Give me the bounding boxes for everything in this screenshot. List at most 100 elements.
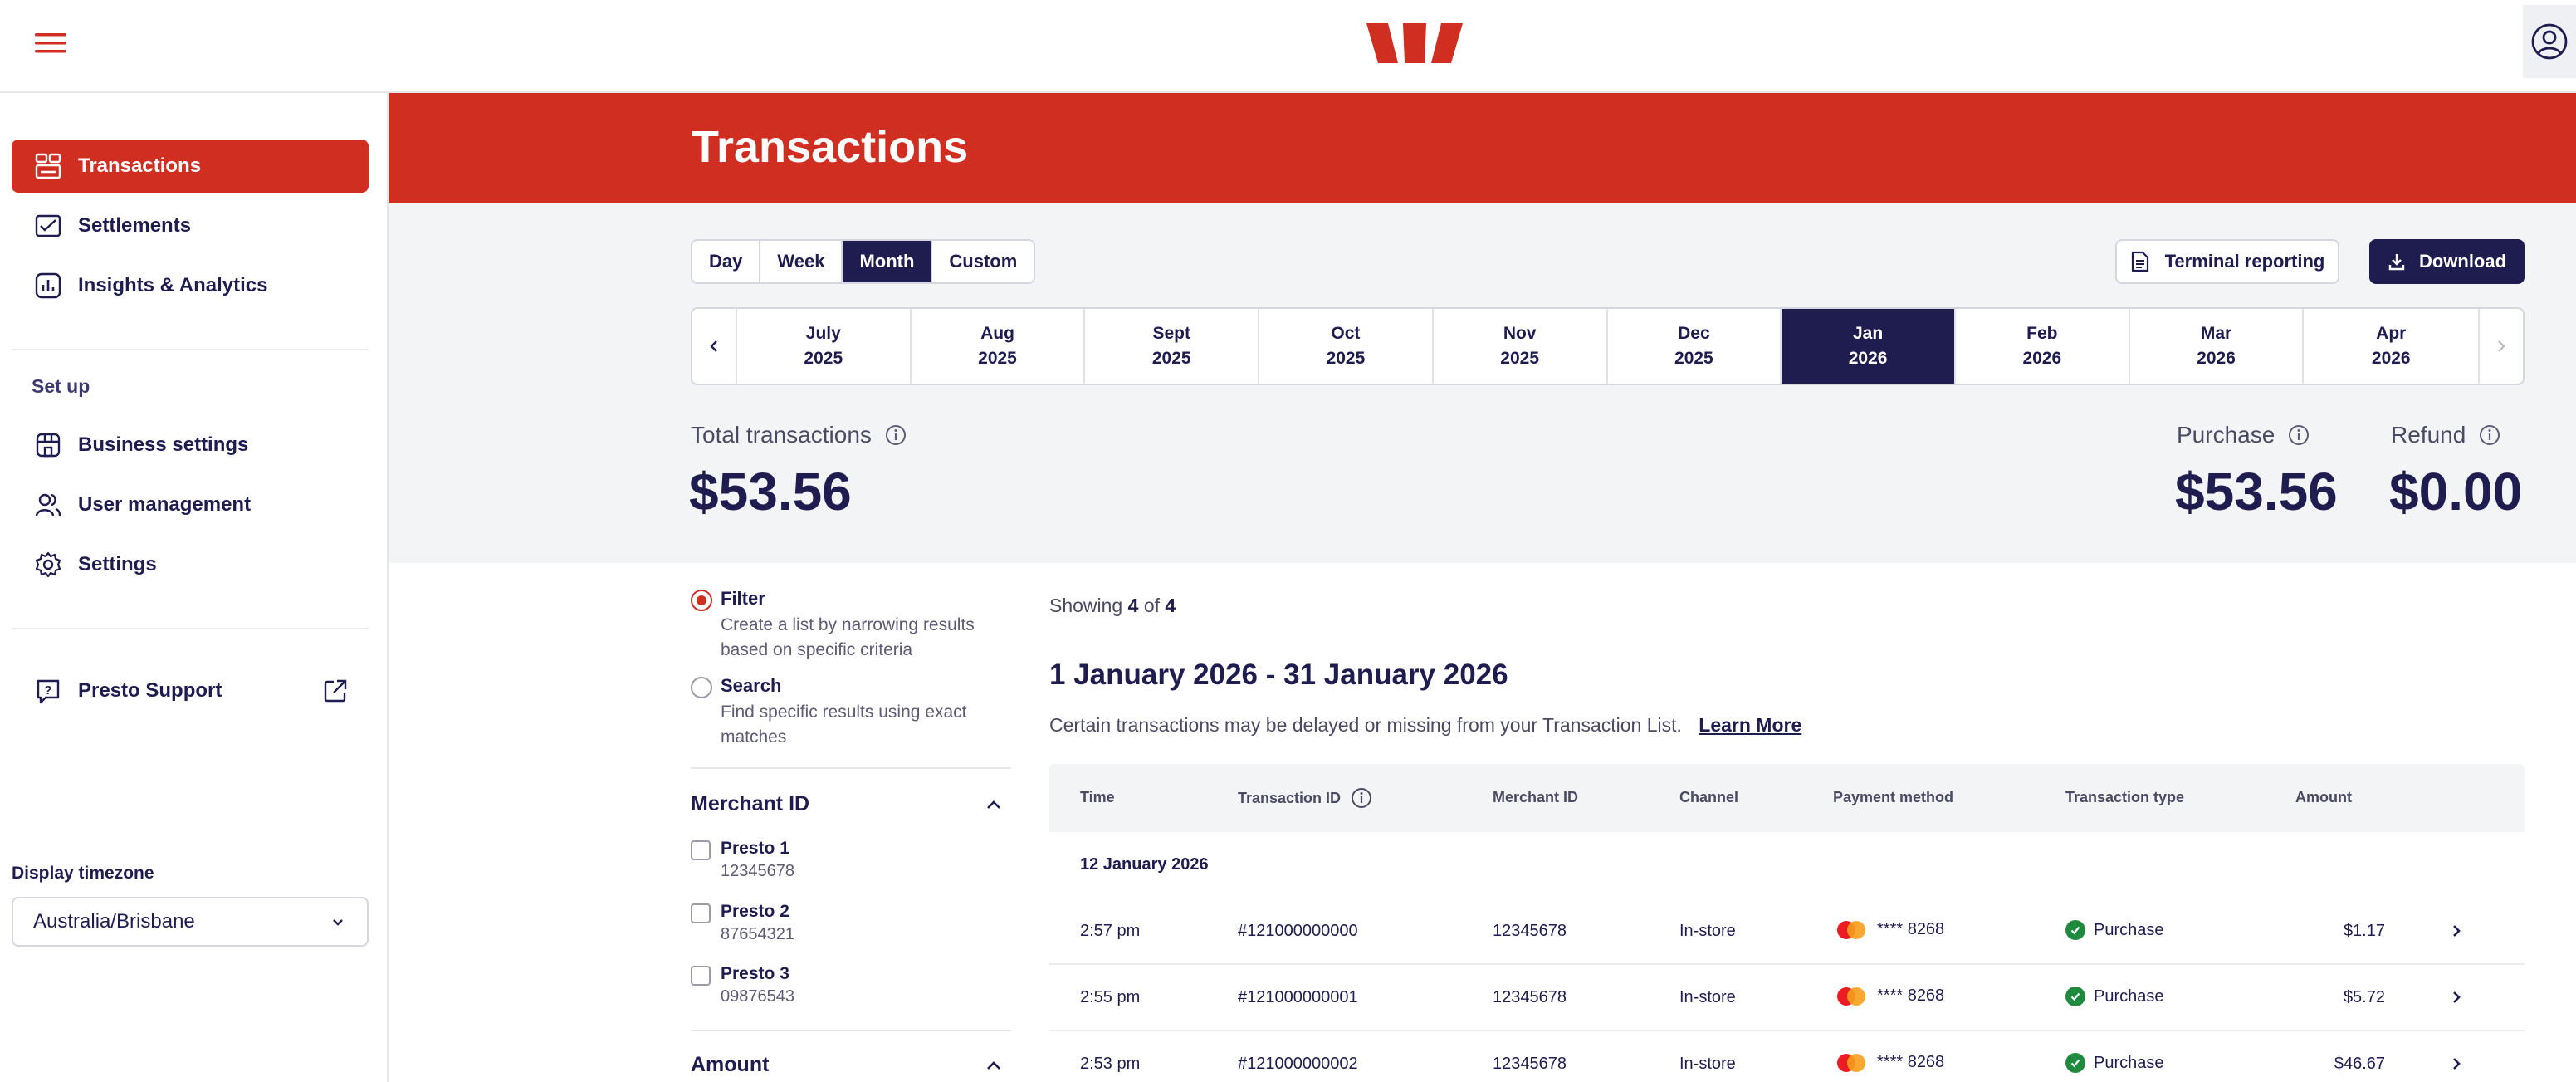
chevron-right-icon[interactable] xyxy=(2449,988,2464,1006)
type-label: Purchase xyxy=(2094,920,2164,939)
chevron-up-icon[interactable] xyxy=(983,796,1004,814)
period-day-button[interactable]: Day xyxy=(692,241,761,282)
month-july-2025[interactable]: July 2025 xyxy=(737,309,912,384)
refund-label: Refund xyxy=(2391,422,2500,448)
period-month-button[interactable]: Month xyxy=(843,241,933,282)
info-icon[interactable] xyxy=(2288,424,2310,446)
users-icon xyxy=(33,490,63,520)
sidebar-item-label: Insights & Analytics xyxy=(78,274,268,296)
merchant-name: Presto 2 xyxy=(721,902,789,921)
row-payment-method: **** 8268 xyxy=(1837,1053,1944,1072)
amount-heading[interactable]: Amount xyxy=(691,1053,769,1077)
month-name: Feb xyxy=(2026,324,2058,343)
month-year: 2025 xyxy=(804,349,843,368)
column-transaction-id[interactable]: Transaction ID xyxy=(1238,787,1372,809)
filter-mode-option[interactable]: Filter Create a list by narrowing result… xyxy=(691,588,995,663)
column-amount[interactable]: Amount xyxy=(2295,789,2352,806)
month-mar-2026[interactable]: Mar 2026 xyxy=(2130,309,2305,384)
merchant-name: Presto 3 xyxy=(721,964,789,983)
month-year: 2026 xyxy=(2371,349,2411,368)
merchant-option-presto-2[interactable]: Presto 2 87654321 xyxy=(691,902,794,944)
chevron-right-icon[interactable] xyxy=(2449,922,2464,940)
month-year: 2025 xyxy=(1500,349,1540,368)
row-transaction-type: Purchase xyxy=(2065,1053,2164,1073)
sidebar-item-settings[interactable]: Settings xyxy=(12,538,369,591)
search-radio[interactable] xyxy=(691,677,712,698)
profile-button[interactable] xyxy=(2523,5,2576,78)
delay-notice: Certain transactions may be delayed or m… xyxy=(1049,714,1801,737)
merchant-checkbox[interactable] xyxy=(691,840,711,860)
merchant-option-presto-1[interactable]: Presto 1 12345678 xyxy=(691,839,794,881)
merchant-option-presto-3[interactable]: Presto 3 09876543 xyxy=(691,964,794,1006)
sidebar-divider xyxy=(12,628,369,629)
gear-icon xyxy=(33,550,63,580)
timezone-select[interactable]: Australia/Brisbane xyxy=(12,897,369,947)
sidebar-item-settlements[interactable]: Settlements xyxy=(12,199,369,252)
check-circle-icon xyxy=(2065,920,2085,940)
download-button[interactable]: Download xyxy=(2369,239,2525,284)
month-sept-2025[interactable]: Sept 2025 xyxy=(1085,309,1260,384)
month-aug-2025[interactable]: Aug 2025 xyxy=(912,309,1086,384)
month-year: 2025 xyxy=(1674,349,1713,368)
month-year: 2025 xyxy=(1151,349,1191,368)
sidebar-item-label: Settlements xyxy=(78,214,192,237)
merchant-id: 09876543 xyxy=(721,987,794,1006)
month-year: 2025 xyxy=(1326,349,1366,368)
showing-total: 4 xyxy=(1165,595,1176,616)
hamburger-menu-icon[interactable] xyxy=(33,28,70,58)
month-name: Jan xyxy=(1853,324,1884,343)
filter-divider xyxy=(691,767,1011,769)
month-year: 2025 xyxy=(978,349,1017,368)
info-icon[interactable] xyxy=(2479,424,2500,446)
month-feb-2026[interactable]: Feb 2026 xyxy=(1956,309,2130,384)
sidebar-item-transactions[interactable]: Transactions xyxy=(12,140,369,193)
merchant-id-heading[interactable]: Merchant ID xyxy=(691,792,809,816)
filter-description: Create a list by narrowing results based… xyxy=(721,615,975,659)
card-number: **** 8268 xyxy=(1877,1053,1945,1071)
month-name: Oct xyxy=(1331,324,1361,343)
analytics-icon xyxy=(33,271,63,301)
months-prev-button[interactable] xyxy=(692,309,737,384)
page-title: Transactions xyxy=(692,122,969,172)
month-apr-2026[interactable]: Apr 2026 xyxy=(2304,309,2478,384)
column-payment-method[interactable]: Payment method xyxy=(1833,789,1953,806)
column-channel[interactable]: Channel xyxy=(1679,789,1738,806)
column-transaction-type[interactable]: Transaction type xyxy=(2065,789,2184,806)
sidebar-item-presto-support[interactable]: ? Presto Support xyxy=(12,664,369,717)
month-dec-2025[interactable]: Dec 2025 xyxy=(1608,309,1782,384)
merchant-name: Presto 1 xyxy=(721,839,789,858)
external-link-icon xyxy=(322,678,349,704)
column-time[interactable]: Time xyxy=(1080,789,1115,806)
westpac-logo[interactable] xyxy=(1365,22,1464,65)
period-week-button[interactable]: Week xyxy=(760,241,843,282)
info-icon[interactable] xyxy=(1351,787,1372,809)
chevron-right-icon[interactable] xyxy=(2449,1055,2464,1073)
search-description: Find specific results using exact matche… xyxy=(721,703,967,747)
row-transaction-type: Purchase xyxy=(2065,987,2164,1006)
sidebar-item-user-management[interactable]: User management xyxy=(12,478,369,531)
row-amount: $1.17 xyxy=(2343,922,2385,940)
chevron-right-icon xyxy=(2495,339,2508,354)
merchant-checkbox[interactable] xyxy=(691,966,711,986)
row-payment-method: **** 8268 xyxy=(1837,987,1944,1006)
info-icon[interactable] xyxy=(885,424,907,446)
chevron-up-icon[interactable] xyxy=(983,1056,1004,1075)
showing-count: 4 xyxy=(1127,595,1139,616)
month-nov-2025[interactable]: Nov 2025 xyxy=(1434,309,1608,384)
period-custom-button[interactable]: Custom xyxy=(932,241,1034,282)
learn-more-link[interactable]: Learn More xyxy=(1699,714,1801,736)
filter-radio[interactable] xyxy=(691,590,712,611)
sidebar-item-business-settings[interactable]: Business settings xyxy=(12,419,369,472)
terminal-reporting-button[interactable]: Terminal reporting xyxy=(2115,239,2339,284)
sidebar-item-insights-analytics[interactable]: Insights & Analytics xyxy=(12,259,369,312)
month-jan-2026[interactable]: Jan 2026 xyxy=(1782,309,1956,384)
search-mode-option[interactable]: Search Find specific results using exact… xyxy=(691,675,995,750)
merchant-checkbox[interactable] xyxy=(691,903,711,923)
month-oct-2025[interactable]: Oct 2025 xyxy=(1259,309,1434,384)
card-number: **** 8268 xyxy=(1877,920,1945,938)
column-merchant-id[interactable]: Merchant ID xyxy=(1493,789,1578,806)
row-time: 2:55 pm xyxy=(1080,988,1141,1006)
months-next-button[interactable] xyxy=(2478,309,2523,384)
settlements-icon xyxy=(33,211,63,241)
date-group-heading: 12 January 2026 xyxy=(1080,855,1209,874)
